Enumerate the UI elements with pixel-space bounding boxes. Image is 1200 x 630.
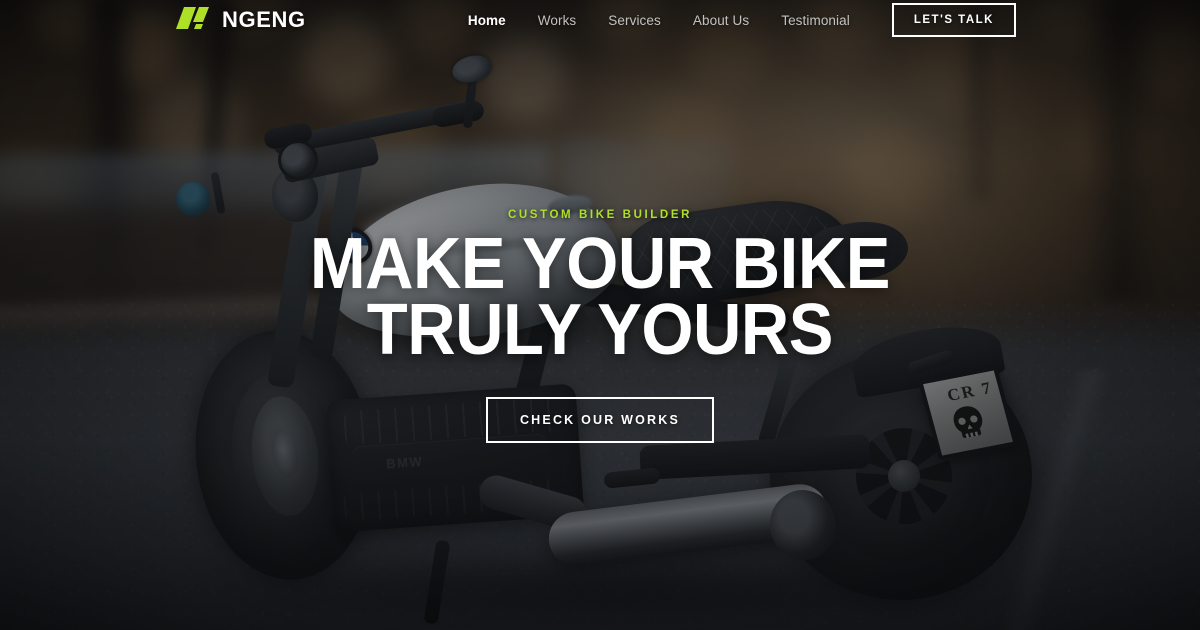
nav-item-about-us[interactable]: About Us [677, 13, 765, 28]
nav-item-works[interactable]: Works [522, 13, 593, 28]
hero-headline: MAKE YOUR BIKE TRULY YOURS [310, 228, 891, 370]
nav-item-home[interactable]: Home [452, 13, 522, 28]
nav-item-testimonial[interactable]: Testimonial [765, 13, 866, 28]
hero-content: CUSTOM BIKE BUILDER MAKE YOUR BIKE TRULY… [0, 0, 1200, 630]
hero-eyebrow: CUSTOM BIKE BUILDER [508, 208, 692, 221]
site-header: NGENG Home Works Services About Us Testi… [0, 0, 1200, 40]
slanted-bars-logo-icon [176, 5, 212, 36]
hero-section: CR 7 BMW [0, 0, 1200, 630]
lets-talk-button[interactable]: LET'S TALK [891, 3, 1016, 37]
check-our-works-button[interactable]: CHECK OUR WORKS [485, 397, 715, 444]
brand-logo-link[interactable]: NGENG [176, 5, 306, 36]
brand-name: NGENG [222, 7, 306, 32]
primary-navigation: Home Works Services About Us Testimonial… [452, 3, 1200, 37]
nav-item-services[interactable]: Services [592, 13, 677, 28]
hero-headline-line-2: TRULY YOURS [366, 290, 834, 370]
